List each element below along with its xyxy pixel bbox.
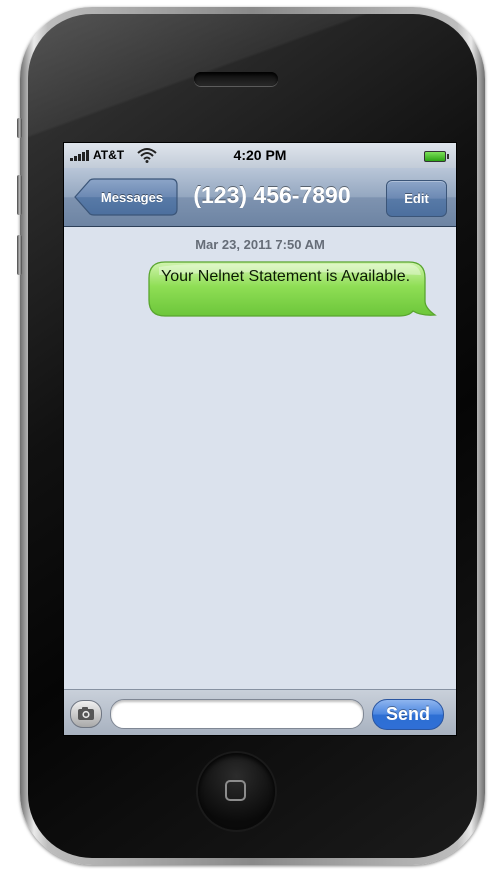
message-composer-bar: Send [64, 689, 456, 735]
battery-icon [424, 151, 449, 162]
message-timestamp: Mar 23, 2011 7:50 AM [195, 237, 325, 252]
volume-down-button [17, 235, 22, 275]
send-button[interactable]: Send [372, 699, 444, 730]
navigation-bar: Messages (123) 456-7890 Edit [64, 168, 456, 227]
message-input[interactable] [110, 699, 364, 729]
edit-button[interactable]: Edit [386, 180, 447, 217]
contact-phone-title: (123) 456-7890 [193, 182, 351, 208]
back-button-label: Messages [100, 189, 164, 205]
volume-up-button [17, 175, 22, 215]
home-button[interactable] [198, 753, 275, 830]
phone-screen: AT&T 4:20 PM Messages (123) 456-7890 Edi… [64, 143, 456, 735]
home-square-icon [225, 780, 246, 801]
clock-time: 4:20 PM [233, 147, 287, 163]
camera-button[interactable] [70, 700, 102, 728]
outgoing-message-bubble[interactable]: Your Nelnet Statement is Available. [147, 261, 437, 317]
status-bar: AT&T 4:20 PM [64, 143, 456, 168]
ring-silent-switch [17, 118, 22, 138]
earpiece-speaker [194, 72, 278, 86]
messages-back-button[interactable]: Messages [74, 178, 178, 216]
camera-icon [78, 707, 94, 720]
message-text: Your Nelnet Statement is Available. [161, 268, 411, 285]
